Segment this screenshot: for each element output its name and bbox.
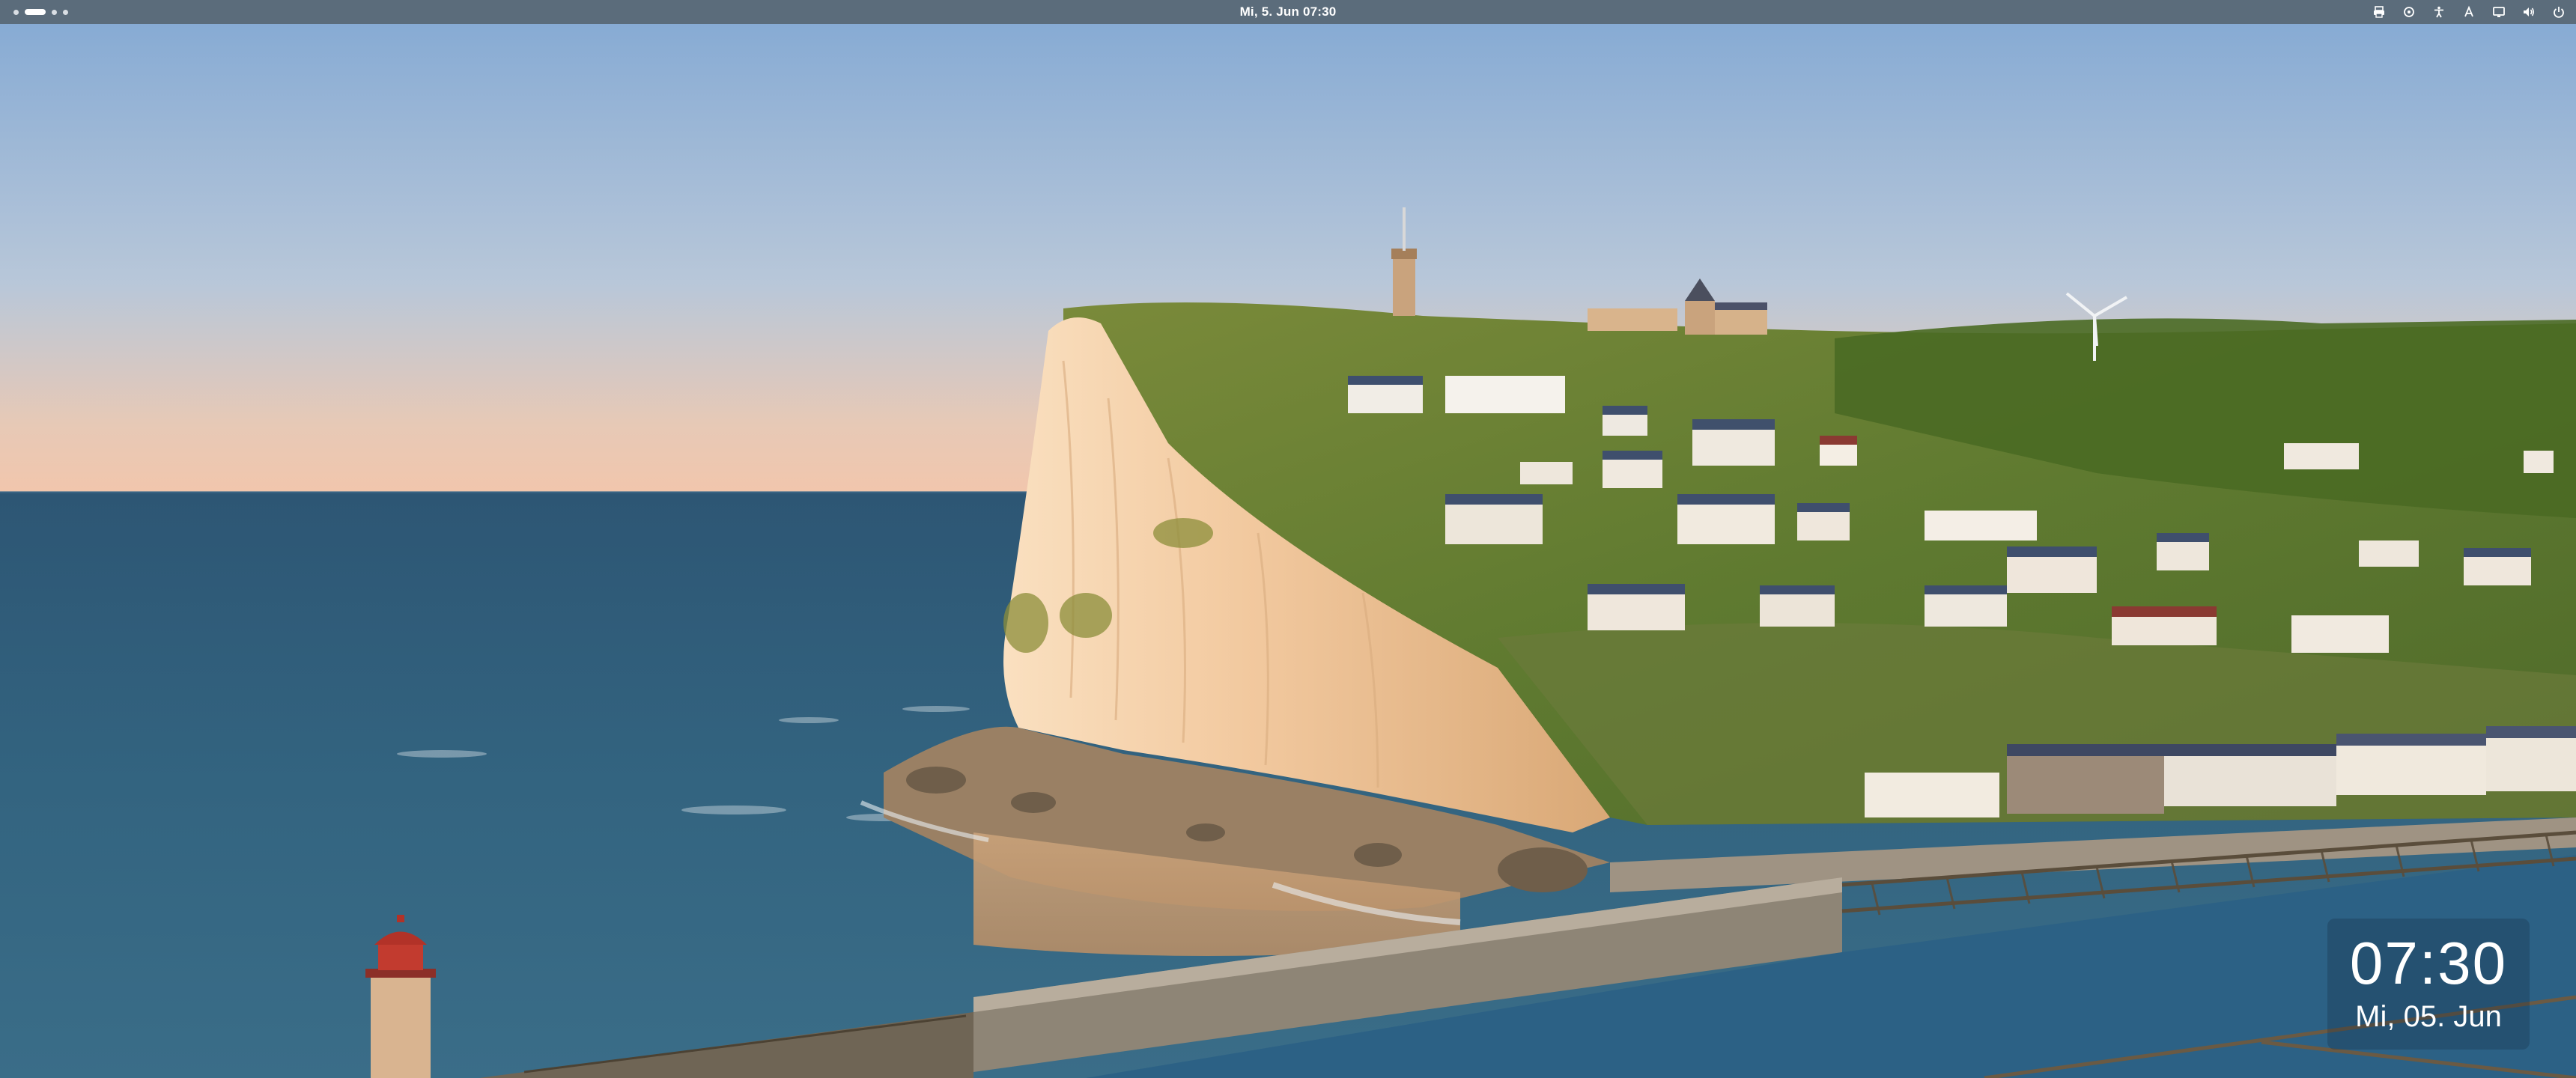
workspace-active-pill[interactable] (25, 9, 46, 15)
display-icon[interactable] (2492, 5, 2506, 19)
sound-icon[interactable] (2522, 5, 2536, 19)
top-bar-clock[interactable]: Mi, 5. Jun 07:30 (1240, 4, 1337, 19)
top-bar: Mi, 5. Jun 07:30 (0, 0, 2576, 24)
wallpaper-cliff-coast (0, 24, 2576, 1078)
workspace-dot[interactable] (13, 9, 19, 15)
accessibility-icon[interactable] (2432, 5, 2446, 19)
workspace-indicator[interactable] (10, 0, 68, 24)
workspace-dot[interactable] (63, 9, 68, 15)
clock-widget: 07:30 Mi, 05. Jun (2327, 919, 2530, 1050)
desktop: Mi, 5. Jun 07:30 07:30 Mi, 05. Jun (0, 0, 2576, 1078)
network-icon[interactable] (2402, 5, 2416, 19)
text-input-icon[interactable] (2462, 5, 2476, 19)
clock-widget-time: 07:30 (2349, 930, 2508, 996)
system-tray (2372, 0, 2566, 24)
power-icon[interactable] (2552, 5, 2566, 19)
workspace-dot[interactable] (52, 9, 57, 15)
clock-widget-date: Mi, 05. Jun (2355, 1000, 2502, 1033)
printer-icon[interactable] (2372, 5, 2386, 19)
